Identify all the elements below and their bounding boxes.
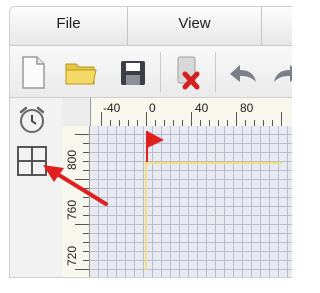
toolbar-separator xyxy=(160,52,161,92)
toolbar-separator xyxy=(215,52,216,92)
grid-canvas[interactable] xyxy=(90,126,292,277)
menubar: File View xyxy=(10,7,292,46)
new-file-icon xyxy=(22,56,45,89)
ruler-label: 40 xyxy=(195,101,209,115)
alarm-button[interactable] xyxy=(16,104,48,136)
delete-icon xyxy=(177,56,200,90)
undo-button[interactable] xyxy=(222,52,262,92)
ruler-tick xyxy=(83,152,89,153)
tab-file-label: File xyxy=(56,15,81,32)
tab-next[interactable] xyxy=(262,7,292,45)
ruler-tick xyxy=(83,143,89,144)
toolbar xyxy=(10,46,292,98)
open-folder-icon xyxy=(65,63,97,85)
guide-line-horizontal xyxy=(145,162,282,164)
new-file-button[interactable] xyxy=(12,52,52,92)
ruler-corner xyxy=(62,98,91,127)
ruler-tick xyxy=(83,242,89,243)
ruler-label: 0 xyxy=(149,101,156,115)
ruler-tick xyxy=(191,112,192,126)
ruler-tick xyxy=(83,215,89,216)
ruler-tick xyxy=(75,269,89,270)
origin-flag-icon[interactable] xyxy=(146,130,166,162)
ruler-label: 720 xyxy=(65,245,79,266)
ruler-tick xyxy=(83,233,89,234)
pointer-arrow-icon xyxy=(43,165,108,206)
ruler-tick xyxy=(75,224,89,225)
ruler-label: -40 xyxy=(103,101,121,115)
ruler-tick xyxy=(236,112,237,126)
open-button[interactable] xyxy=(60,52,100,92)
alarm-clock-icon xyxy=(19,106,45,133)
ruler-tick xyxy=(146,112,147,126)
guide-line-vertical xyxy=(145,162,147,270)
delete-button[interactable] xyxy=(167,52,207,92)
tab-file[interactable]: File xyxy=(10,7,128,45)
ruler-tick xyxy=(75,134,89,135)
save-icon xyxy=(121,61,145,85)
redo-button[interactable] xyxy=(268,52,292,92)
ruler-tick xyxy=(83,260,89,261)
horizontal-ruler: -40 0 40 80 xyxy=(90,98,292,127)
ruler-tick xyxy=(83,251,89,252)
ruler-tick xyxy=(281,112,282,126)
tab-view-label: View xyxy=(178,15,211,32)
save-button[interactable] xyxy=(113,52,153,92)
ruler-label: 80 xyxy=(240,101,254,115)
ruler-tick xyxy=(101,112,102,126)
redo-icon xyxy=(274,65,292,82)
tab-view[interactable]: View xyxy=(128,7,262,45)
undo-icon xyxy=(230,65,256,82)
